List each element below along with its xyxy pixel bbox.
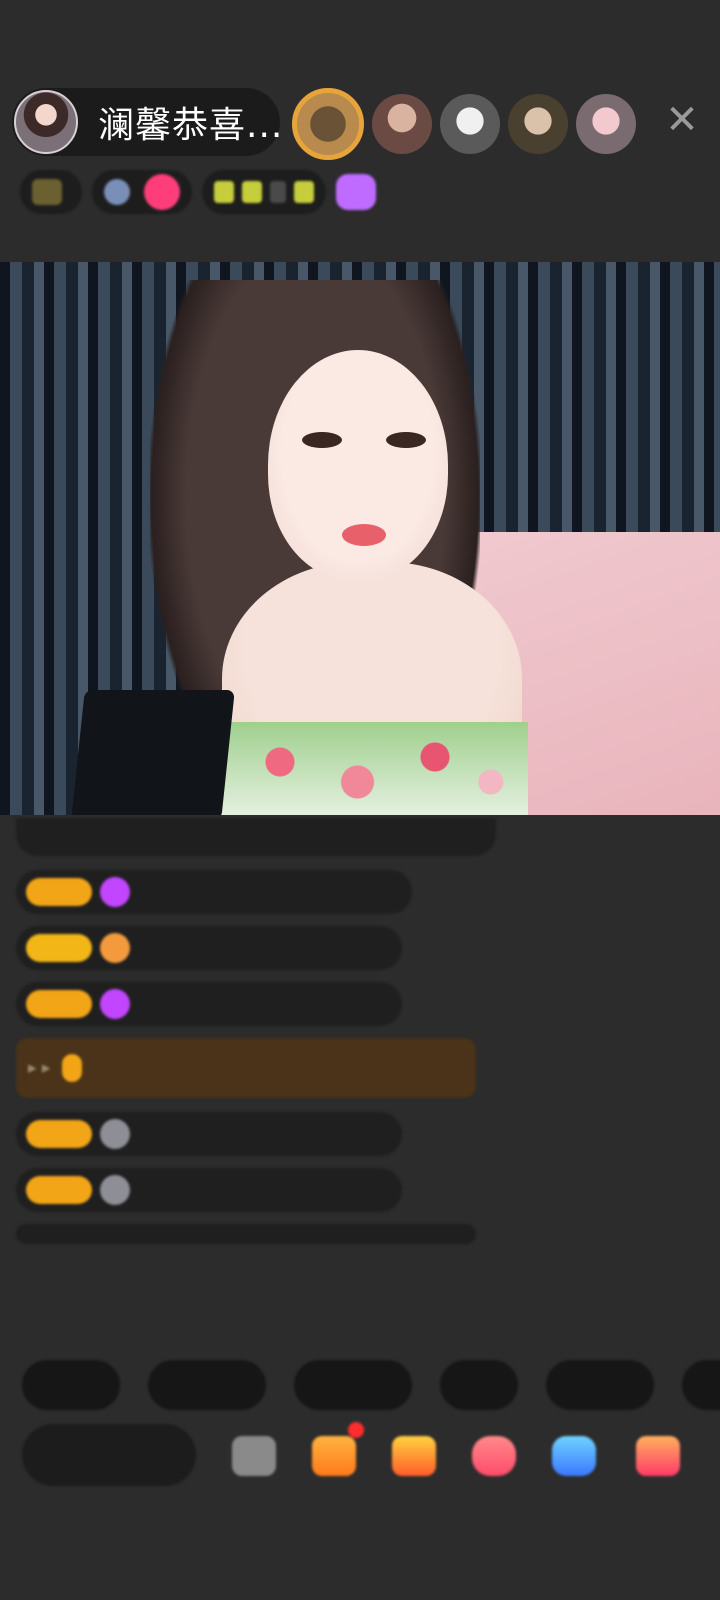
- viewer-avatar[interactable]: [440, 94, 500, 154]
- quick-reply[interactable]: [546, 1360, 654, 1410]
- live-video[interactable]: [0, 262, 720, 815]
- level-badge: [26, 1176, 92, 1204]
- system-notice: [16, 1224, 476, 1244]
- chat-message: [16, 926, 402, 970]
- more-icon[interactable]: [232, 1436, 276, 1476]
- highlight-message: ▸ ▸: [16, 1038, 476, 1098]
- gift-icon[interactable]: [636, 1436, 680, 1476]
- chat-message: [16, 1112, 402, 1156]
- level-badge: [61, 1054, 82, 1082]
- quick-reply[interactable]: [682, 1360, 720, 1410]
- streamer-eye: [386, 432, 426, 448]
- viewer-avatar[interactable]: [508, 94, 568, 154]
- chat-input[interactable]: [22, 1424, 196, 1486]
- gift-box-icon[interactable]: [312, 1436, 356, 1476]
- quick-replies: [22, 1360, 720, 1410]
- host-avatar[interactable]: [14, 90, 78, 154]
- streamer-lips: [342, 524, 386, 546]
- task-chip[interactable]: [202, 170, 326, 214]
- treasure-icon[interactable]: [392, 1436, 436, 1476]
- streamer-dress: [218, 722, 528, 815]
- activity-icon[interactable]: [336, 174, 376, 210]
- host-name[interactable]: 澜馨恭喜...: [98, 96, 283, 148]
- quick-reply[interactable]: [440, 1360, 518, 1410]
- host-info[interactable]: 澜馨恭喜...: [12, 88, 283, 156]
- user-icon: [100, 1119, 130, 1149]
- medal-icon: [100, 933, 130, 963]
- chat-feed[interactable]: ▸ ▸: [16, 818, 506, 1244]
- fans-chip[interactable]: [92, 170, 192, 214]
- chat-message: [16, 870, 412, 914]
- gem-icon: [100, 989, 130, 1019]
- level-badge: [26, 990, 92, 1018]
- heart-icon[interactable]: [472, 1436, 516, 1476]
- rank-chip[interactable]: [20, 170, 82, 214]
- microphone: [71, 690, 235, 815]
- game-icon[interactable]: [552, 1436, 596, 1476]
- fans-icon: [104, 179, 130, 205]
- quick-reply[interactable]: [148, 1360, 266, 1410]
- viewer-avatar[interactable]: [292, 88, 364, 160]
- notification-badge: [348, 1422, 364, 1438]
- streamer-eye: [302, 432, 342, 448]
- gem-icon: [100, 877, 130, 907]
- stats-row: [20, 170, 376, 214]
- top-viewers: [292, 88, 644, 160]
- vip-badge: ▸ ▸: [28, 1058, 51, 1078]
- chat-message: [16, 1168, 402, 1212]
- level-badge: [26, 878, 92, 906]
- viewer-avatar[interactable]: [372, 94, 432, 154]
- viewer-avatar[interactable]: [576, 94, 636, 154]
- level-badge: [26, 1120, 92, 1148]
- chat-message: [16, 818, 496, 856]
- chat-message: [16, 982, 402, 1026]
- close-icon[interactable]: ✕: [662, 100, 702, 140]
- quick-reply[interactable]: [22, 1360, 120, 1410]
- follow-icon[interactable]: [144, 174, 180, 210]
- level-badge: [26, 934, 92, 962]
- bottom-toolbar: [22, 1422, 720, 1486]
- rank-icon: [32, 179, 62, 205]
- user-icon: [100, 1175, 130, 1205]
- live-room: 澜馨恭喜... ✕ ▸ ▸: [0, 0, 720, 1600]
- quick-reply[interactable]: [294, 1360, 412, 1410]
